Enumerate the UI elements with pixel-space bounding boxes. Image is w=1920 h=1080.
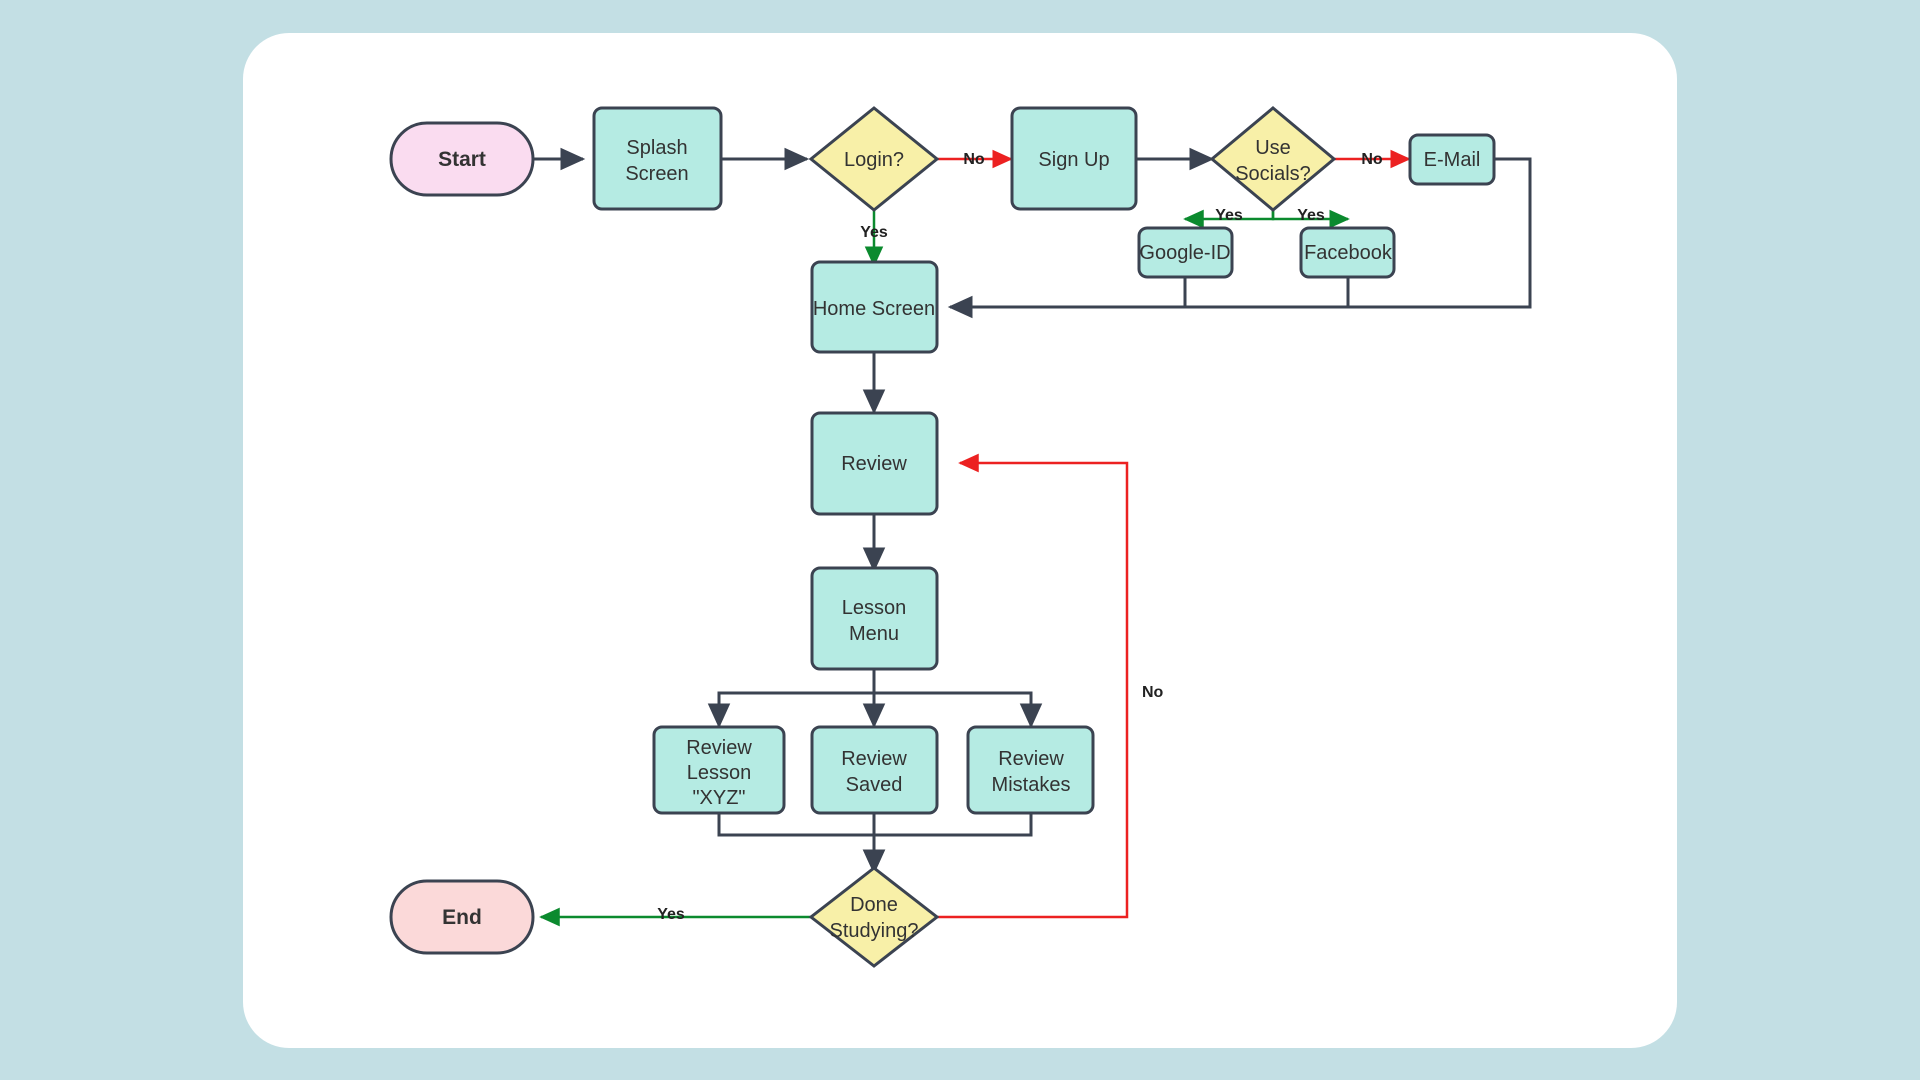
node-end-label: End bbox=[442, 906, 482, 929]
edge-done-to-review-loop: No bbox=[937, 453, 1164, 919]
node-splash-screen-label-line1: Splash bbox=[626, 137, 687, 159]
node-facebook-label: Facebook bbox=[1304, 242, 1393, 264]
node-login-decision[interactable]: Login? bbox=[808, 106, 940, 212]
node-facebook[interactable]: Facebook bbox=[1299, 226, 1396, 279]
edge-label-socials-yes-left: Yes bbox=[1215, 207, 1243, 224]
node-lesson-menu[interactable]: Lesson Menu bbox=[810, 566, 939, 671]
edge-label-socials-no: No bbox=[1361, 151, 1383, 168]
edge-socials-to-facebook: Yes bbox=[1271, 207, 1350, 229]
node-review-lesson-label-line3: "XYZ" bbox=[692, 787, 745, 809]
node-home-screen-label: Home Screen bbox=[813, 298, 935, 320]
edge-socials-to-email: No bbox=[1334, 149, 1411, 169]
node-review-mistakes[interactable]: Review Mistakes bbox=[966, 725, 1095, 815]
edge-socials-to-googleid: Yes bbox=[1183, 207, 1275, 229]
edge-label-login-no: No bbox=[963, 151, 985, 168]
edge-googleid-to-home bbox=[947, 277, 1187, 319]
node-done-studying-decision[interactable]: Done Studying? bbox=[808, 866, 940, 968]
node-login-decision-label: Login? bbox=[844, 149, 904, 171]
node-review-saved-label-line1: Review bbox=[841, 748, 907, 770]
node-splash-screen-label-line2: Screen bbox=[625, 163, 688, 185]
edge-label-done-no: No bbox=[1142, 684, 1164, 701]
node-review-saved-label-line2: Saved bbox=[846, 774, 903, 796]
node-signup-label: Sign Up bbox=[1038, 149, 1109, 171]
node-home-screen[interactable]: Home Screen bbox=[810, 260, 939, 354]
edge-label-login-yes: Yes bbox=[860, 224, 888, 241]
node-use-socials-label-line1: Use bbox=[1255, 137, 1291, 159]
node-review-lesson-xyz[interactable]: Review Lesson "XYZ" bbox=[652, 725, 786, 815]
node-splash-screen[interactable]: Splash Screen bbox=[592, 106, 723, 211]
node-review-lesson-label-line2: Lesson bbox=[687, 762, 752, 784]
node-lesson-menu-label-line2: Menu bbox=[849, 623, 899, 645]
node-review-lesson-label-line1: Review bbox=[686, 737, 752, 759]
node-review[interactable]: Review bbox=[810, 411, 939, 516]
node-email[interactable]: E-Mail bbox=[1408, 133, 1496, 186]
node-email-label: E-Mail bbox=[1424, 149, 1481, 171]
node-google-id-label: Google-ID bbox=[1139, 242, 1230, 264]
edge-lesson-menu-to-review-lesson bbox=[707, 667, 876, 729]
edge-review-lesson-to-done bbox=[717, 812, 886, 875]
node-done-studying-label-line2: Studying? bbox=[830, 920, 919, 942]
node-review-saved[interactable]: Review Saved bbox=[810, 725, 939, 815]
node-review-mistakes-label-line2: Mistakes bbox=[992, 774, 1071, 796]
node-lesson-menu-label-line1: Lesson bbox=[842, 597, 907, 619]
node-end[interactable]: End bbox=[389, 879, 535, 955]
node-done-studying-label-line1: Done bbox=[850, 894, 898, 916]
edge-review-mistakes-to-done bbox=[874, 812, 1033, 837]
node-review-mistakes-label-line1: Review bbox=[998, 748, 1064, 770]
node-signup[interactable]: Sign Up bbox=[1010, 106, 1138, 211]
node-use-socials-decision[interactable]: Use Socials? bbox=[1209, 106, 1337, 212]
edge-label-socials-yes-right: Yes bbox=[1297, 207, 1325, 224]
node-review-label: Review bbox=[841, 453, 907, 475]
node-use-socials-label-line2: Socials? bbox=[1235, 163, 1311, 185]
node-start[interactable]: Start bbox=[389, 121, 535, 197]
flowchart: No Yes No Yes Yes Yes No Start Splash Sc… bbox=[389, 106, 1532, 968]
node-start-label: Start bbox=[438, 148, 486, 171]
edge-login-to-home: Yes bbox=[860, 207, 888, 267]
edge-done-to-end: Yes bbox=[539, 906, 811, 927]
edge-lesson-menu-to-review-mistakes bbox=[874, 691, 1043, 729]
edge-label-done-yes: Yes bbox=[657, 906, 685, 923]
edge-facebook-to-home bbox=[1185, 277, 1350, 309]
node-google-id[interactable]: Google-ID bbox=[1137, 226, 1234, 279]
